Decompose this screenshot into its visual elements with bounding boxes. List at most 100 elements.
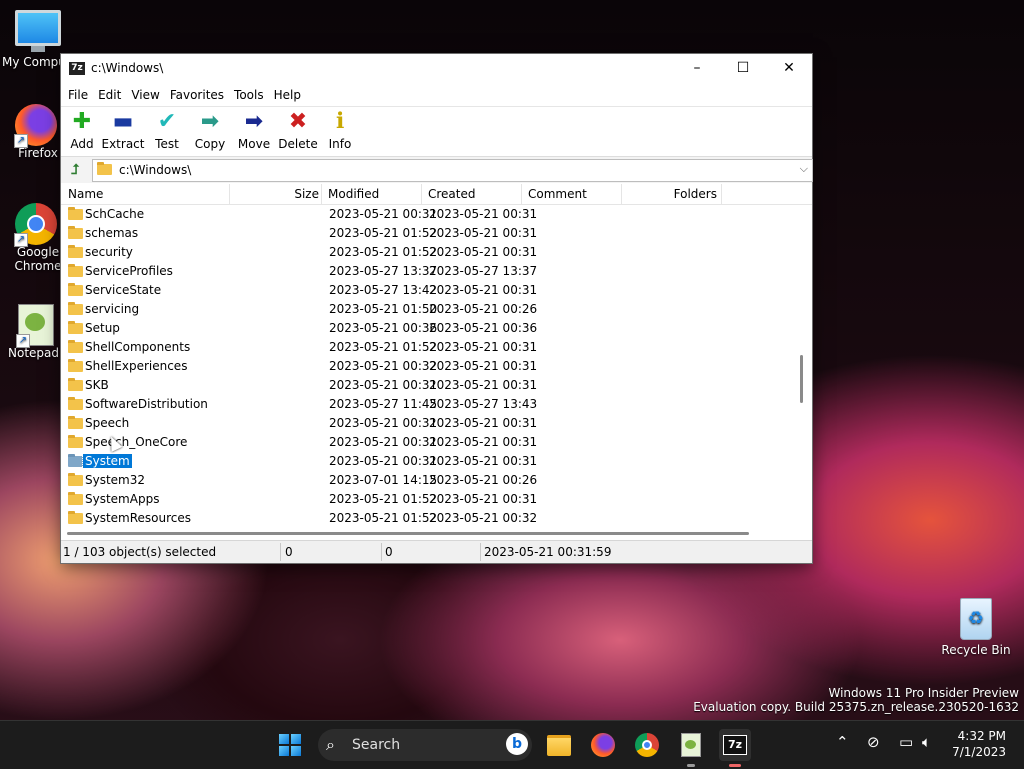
menu-edit[interactable]: Edit bbox=[93, 88, 126, 102]
table-row[interactable]: SKB 2023-05-21 00:31 2023-05-21 00:31 bbox=[61, 376, 801, 395]
minimize-button[interactable]: – bbox=[674, 54, 720, 84]
menu-favorites[interactable]: Favorites bbox=[165, 88, 229, 102]
horizontal-scroll-thumb[interactable] bbox=[67, 532, 749, 535]
menu-view[interactable]: View bbox=[126, 88, 164, 102]
taskbar-firefox[interactable] bbox=[587, 729, 619, 761]
table-row[interactable]: security 2023-05-21 01:52 2023-05-21 00:31 bbox=[61, 243, 801, 262]
cell-modified: 2023-07-01 14:15 bbox=[329, 473, 438, 487]
cell-modified: 2023-05-27 13:42 bbox=[329, 283, 438, 297]
chevron-up-icon[interactable]: ⌃ bbox=[836, 733, 849, 751]
info-icon: ℹ bbox=[335, 109, 345, 134]
cell-name: SystemResources bbox=[85, 511, 192, 525]
extract-button[interactable]: ▬ Extract bbox=[101, 107, 145, 152]
close-button[interactable]: ✕ bbox=[766, 54, 812, 84]
watermark-line1: Windows 11 Pro Insider Preview bbox=[828, 686, 1019, 700]
taskbar-chrome[interactable] bbox=[631, 729, 663, 761]
cell-created: 2023-05-21 00:31 bbox=[429, 454, 538, 468]
network-disconnected-icon[interactable]: ⊘ bbox=[867, 733, 880, 751]
chevron-down-icon[interactable]: ⌵ bbox=[800, 162, 808, 176]
table-row[interactable]: SystemApps 2023-05-21 01:52 2023-05-21 00:… bbox=[61, 490, 801, 509]
cell-name: ServiceState bbox=[85, 283, 162, 297]
folder-icon bbox=[68, 226, 83, 239]
cell-created: 2023-05-21 00:36 bbox=[429, 321, 538, 335]
cell-name: System bbox=[82, 453, 133, 469]
search-icon: ⌕ bbox=[326, 735, 335, 754]
address-input[interactable]: c:\Windows\ ⌵ bbox=[92, 159, 813, 182]
up-folder-button[interactable]: ⮥ bbox=[65, 161, 85, 179]
test-button[interactable]: ✔ Test bbox=[147, 107, 187, 152]
cell-modified: 2023-05-21 00:36 bbox=[329, 321, 438, 335]
taskbar-search[interactable]: ⌕ Search b bbox=[318, 729, 532, 761]
vertical-scrollbar[interactable] bbox=[798, 209, 804, 529]
7zip-app-icon[interactable]: 7z bbox=[69, 62, 85, 75]
cell-created: 2023-05-21 00:31 bbox=[429, 359, 538, 373]
cell-name: SKB bbox=[85, 378, 109, 392]
desktop-icon-recycle-bin[interactable]: ♻ Recycle Bin bbox=[938, 598, 1014, 657]
column-folders[interactable]: Folders bbox=[622, 184, 722, 204]
watermark-line2: Evaluation copy. Build 25375.zn_release.… bbox=[693, 700, 1019, 714]
active-indicator bbox=[729, 764, 741, 767]
table-row[interactable]: System 2023-05-21 00:31 2023-05-21 00:31 bbox=[61, 452, 801, 471]
table-row[interactable]: servicing 2023-05-21 01:50 2023-05-21 00:2… bbox=[61, 300, 801, 319]
cell-name: ServiceProfiles bbox=[85, 264, 173, 278]
notepad-plus-plus-icon bbox=[16, 304, 56, 348]
column-size[interactable]: Size bbox=[222, 184, 322, 204]
horizontal-scrollbar[interactable] bbox=[67, 529, 807, 537]
status-packed: 0 bbox=[385, 545, 393, 559]
column-created[interactable]: Created bbox=[422, 184, 522, 204]
table-row[interactable]: System32 2023-07-01 14:15 2023-05-21 00:26 bbox=[61, 471, 801, 490]
firefox-icon bbox=[591, 733, 615, 757]
table-row[interactable]: Setup 2023-05-21 00:36 2023-05-21 00:36 bbox=[61, 319, 801, 338]
folder-icon bbox=[68, 245, 83, 258]
title-bar[interactable]: 7z c:\Windows\ – ☐ ✕ bbox=[61, 54, 812, 84]
cell-name: security bbox=[85, 245, 133, 259]
status-size: 0 bbox=[285, 545, 293, 559]
running-indicator bbox=[687, 764, 695, 767]
file-list[interactable]: Name Size Modified Created Comment Folde… bbox=[61, 184, 812, 539]
column-modified[interactable]: Modified bbox=[322, 184, 422, 204]
taskbar-7zip[interactable]: 7z bbox=[719, 729, 751, 767]
cell-name: servicing bbox=[85, 302, 140, 316]
file-manager-window[interactable]: 7z c:\Windows\ – ☐ ✕ File Edit View Favo… bbox=[60, 53, 813, 564]
display-icon[interactable]: ▭ bbox=[899, 733, 913, 751]
list-header: Name Size Modified Created Comment Folde… bbox=[61, 184, 812, 205]
bing-icon[interactable]: b bbox=[506, 733, 528, 755]
table-row[interactable]: SoftwareDistribution 2023-05-27 11:45 2023… bbox=[61, 395, 801, 414]
column-name[interactable]: Name bbox=[61, 184, 230, 204]
cell-created: 2023-05-27 13:43 bbox=[429, 397, 538, 411]
table-row[interactable]: schemas 2023-05-21 01:52 2023-05-21 00:31 bbox=[61, 224, 801, 243]
info-button[interactable]: ℹ Info bbox=[321, 107, 359, 152]
cell-modified: 2023-05-21 00:31 bbox=[329, 378, 438, 392]
cell-name: SoftwareDistribution bbox=[85, 397, 208, 411]
add-button[interactable]: ✚ Add bbox=[65, 107, 99, 152]
table-row[interactable]: SystemResources 2023-05-21 01:52 2023-05-2… bbox=[61, 509, 801, 528]
cell-created: 2023-05-21 00:31 bbox=[429, 378, 538, 392]
table-row[interactable]: ShellExperiences 2023-05-21 00:32 2023-05-… bbox=[61, 357, 801, 376]
maximize-button[interactable]: ☐ bbox=[720, 54, 766, 84]
menu-bar: File Edit View Favorites Tools Help bbox=[61, 84, 812, 106]
folder-icon bbox=[68, 359, 83, 372]
menu-help[interactable]: Help bbox=[269, 88, 306, 102]
start-button[interactable] bbox=[274, 729, 306, 761]
taskbar-clock[interactable]: 4:32 PM 7/1/2023 bbox=[952, 728, 1006, 760]
table-row[interactable]: SchCache 2023-05-21 00:31 2023-05-21 00:31 bbox=[61, 205, 801, 224]
menu-file[interactable]: File bbox=[63, 88, 93, 102]
table-row[interactable]: ServiceProfiles 2023-05-27 13:37 2023-05-2… bbox=[61, 262, 801, 281]
column-comment[interactable]: Comment bbox=[522, 184, 622, 204]
table-row[interactable]: Speech 2023-05-21 00:31 2023-05-21 00:31 bbox=[61, 414, 801, 433]
volume-icon[interactable]: 🔈︎ bbox=[922, 733, 931, 751]
taskbar-file-explorer[interactable] bbox=[543, 729, 575, 761]
table-row[interactable]: ShellComponents 2023-05-21 01:52 2023-05-2… bbox=[61, 338, 801, 357]
arrow-right-move-icon: ➡ bbox=[244, 109, 264, 134]
table-row[interactable]: Speech_OneCore 2023-05-21 00:31 2023-05-21… bbox=[61, 433, 801, 452]
table-row[interactable]: ServiceState 2023-05-27 13:42 2023-05-21 0… bbox=[61, 281, 801, 300]
start-icon bbox=[279, 734, 301, 756]
delete-button[interactable]: ✖ Delete bbox=[277, 107, 319, 152]
menu-tools[interactable]: Tools bbox=[229, 88, 269, 102]
copy-button[interactable]: ➡ Copy bbox=[189, 107, 231, 152]
vertical-scroll-thumb[interactable] bbox=[800, 355, 803, 403]
status-divider bbox=[480, 543, 481, 561]
folder-icon bbox=[97, 162, 112, 175]
taskbar-notepad-plus-plus[interactable] bbox=[675, 729, 707, 767]
move-button[interactable]: ➡ Move bbox=[233, 107, 275, 152]
